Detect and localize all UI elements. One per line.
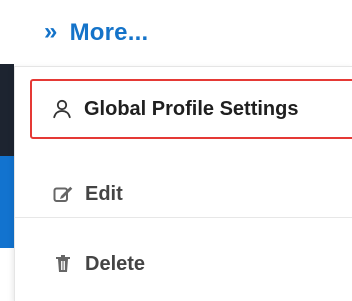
menu-item-delete[interactable]: Delete (15, 233, 352, 295)
page: » More... Global Profile Settings Edit D… (0, 0, 352, 301)
menu-item-edit[interactable]: Edit (15, 163, 352, 225)
background-panel-dark (0, 64, 14, 156)
double-chevron-right-icon: » (44, 18, 58, 45)
menu-item-label: Global Profile Settings (84, 97, 299, 120)
menu-item-label: Edit (85, 182, 123, 205)
menu-item-global-profile-settings[interactable]: Global Profile Settings (30, 79, 352, 139)
user-icon (50, 97, 74, 121)
edit-icon (51, 182, 75, 206)
background-panel-blue (0, 156, 14, 248)
menu-item-label: Delete (85, 252, 146, 275)
more-label: More... (69, 19, 149, 46)
trash-icon (51, 252, 75, 276)
more-link[interactable]: » More... (44, 16, 148, 50)
dropdown-menu: Global Profile Settings Edit Delete (14, 66, 352, 301)
